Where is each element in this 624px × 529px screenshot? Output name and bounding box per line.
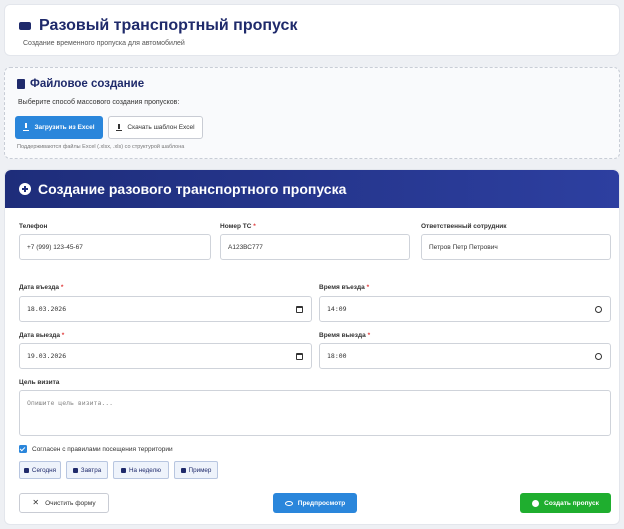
download-icon [116, 123, 123, 131]
purpose-textarea[interactable]: Опишите цель визита... [19, 390, 611, 436]
agree-checkbox[interactable] [19, 445, 27, 453]
file-section-title-row: Файловое создание [17, 78, 144, 90]
exit-time-label: Время выезда * [319, 332, 371, 339]
eye-icon [284, 500, 293, 506]
calendar-icon[interactable] [296, 306, 303, 313]
entry-date-label: Дата въезда * [19, 284, 64, 291]
calendar-day-icon [23, 467, 29, 473]
clock-icon[interactable] [595, 353, 602, 360]
calendar-icon[interactable] [296, 353, 303, 360]
entry-time-label: Время въезда * [319, 284, 370, 291]
file-creation-section: Файловое создание Выберите способ массов… [4, 67, 620, 159]
vehicle-number-label: Номер ТС * [220, 223, 256, 230]
file-excel-icon [17, 79, 25, 89]
create-pass-button[interactable]: Создать пропуск [520, 493, 611, 513]
upload-excel-button[interactable]: Загрузить из Excel [15, 116, 103, 139]
vehicle-number-input[interactable]: А123ВС777 [220, 234, 410, 260]
download-template-label: Скачать шаблон Excel [127, 124, 195, 131]
check-circle-icon [532, 499, 540, 507]
file-format-hint: Поддерживаются файлы Excel (.xlsx, .xls)… [17, 144, 185, 150]
entry-time-input[interactable]: 14:09 [319, 296, 611, 322]
page-subtitle: Создание временного пропуска для автомоб… [23, 40, 185, 47]
employee-label: Ответственный сотрудник [421, 223, 507, 230]
employee-input[interactable]: Петров Петр Петрович [421, 234, 611, 260]
calendar-plus-icon [72, 467, 78, 473]
form-header: Создание разового транспортного пропуска [5, 170, 619, 208]
page-title-row: Разовый транспортный пропуск [19, 17, 297, 35]
calendar-week-icon [120, 467, 126, 473]
purpose-label: Цель визита [19, 379, 60, 386]
quick-tomorrow-button[interactable]: Завтра [66, 461, 108, 479]
agree-label: Согласен с правилами посещения территори… [32, 445, 173, 453]
preview-button[interactable]: Предпросмотр [273, 493, 357, 513]
phone-input[interactable]: +7 (999) 123-45-67 [19, 234, 211, 260]
download-template-button[interactable]: Скачать шаблон Excel [108, 116, 203, 139]
quick-example-button[interactable]: Пример [174, 461, 218, 479]
exit-time-input[interactable]: 18:00 [319, 343, 611, 369]
phone-label: Телефон [19, 223, 48, 230]
ticket-icon [19, 22, 31, 30]
quick-week-button[interactable]: На неделю [113, 461, 169, 479]
file-section-title: Файловое создание [30, 78, 145, 90]
quick-today-button[interactable]: Сегодня [19, 461, 61, 479]
page-header: Разовый транспортный пропуск Создание вр… [4, 4, 620, 56]
pass-form: Создание разового транспортного пропуска… [4, 169, 620, 525]
page-title: Разовый транспортный пропуск [39, 17, 298, 34]
exit-date-input[interactable]: 19.03.2026 [19, 343, 312, 369]
plus-circle-icon [19, 183, 31, 195]
upload-excel-label: Загрузить из Excel [34, 124, 95, 131]
clear-form-button[interactable]: ✕ Очистить форму [19, 493, 109, 513]
pen-icon [180, 467, 186, 473]
clock-icon[interactable] [595, 306, 602, 313]
agree-row[interactable]: Согласен с правилами посещения территори… [19, 445, 173, 453]
file-section-description: Выберите способ массового создания пропу… [18, 99, 180, 106]
upload-icon [23, 122, 30, 131]
exit-date-label: Дата выезда * [19, 332, 65, 339]
form-title: Создание разового транспортного пропуска [38, 181, 347, 197]
close-icon: ✕ [32, 498, 40, 507]
entry-date-input[interactable]: 18.03.2026 [19, 296, 312, 322]
